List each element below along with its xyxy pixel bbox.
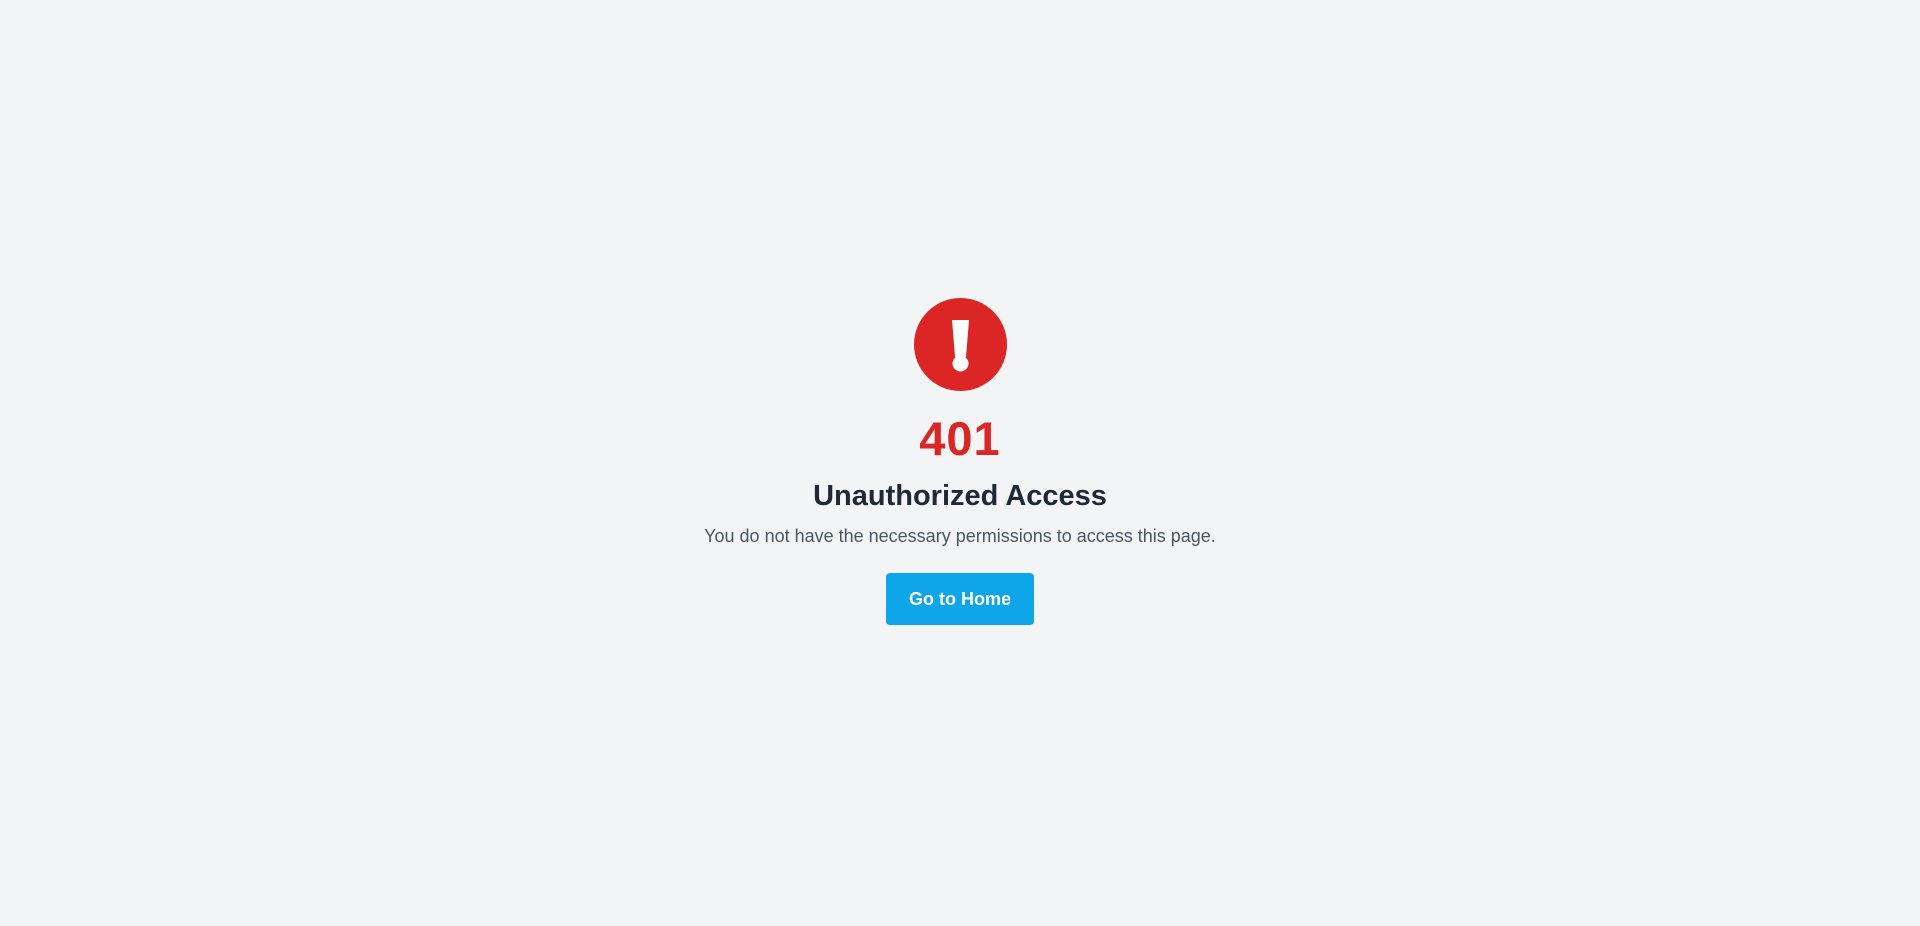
page-title: Unauthorized Access [813, 480, 1107, 512]
go-home-button[interactable]: Go to Home [886, 573, 1034, 626]
exclamation-circle-icon [913, 298, 1007, 391]
error-page: 401 Unauthorized Access You do not have … [0, 0, 1920, 926]
error-content: 401 Unauthorized Access You do not have … [0, 298, 1920, 626]
error-message: You do not have the necessary permission… [704, 525, 1216, 546]
error-code: 401 [919, 412, 1001, 465]
